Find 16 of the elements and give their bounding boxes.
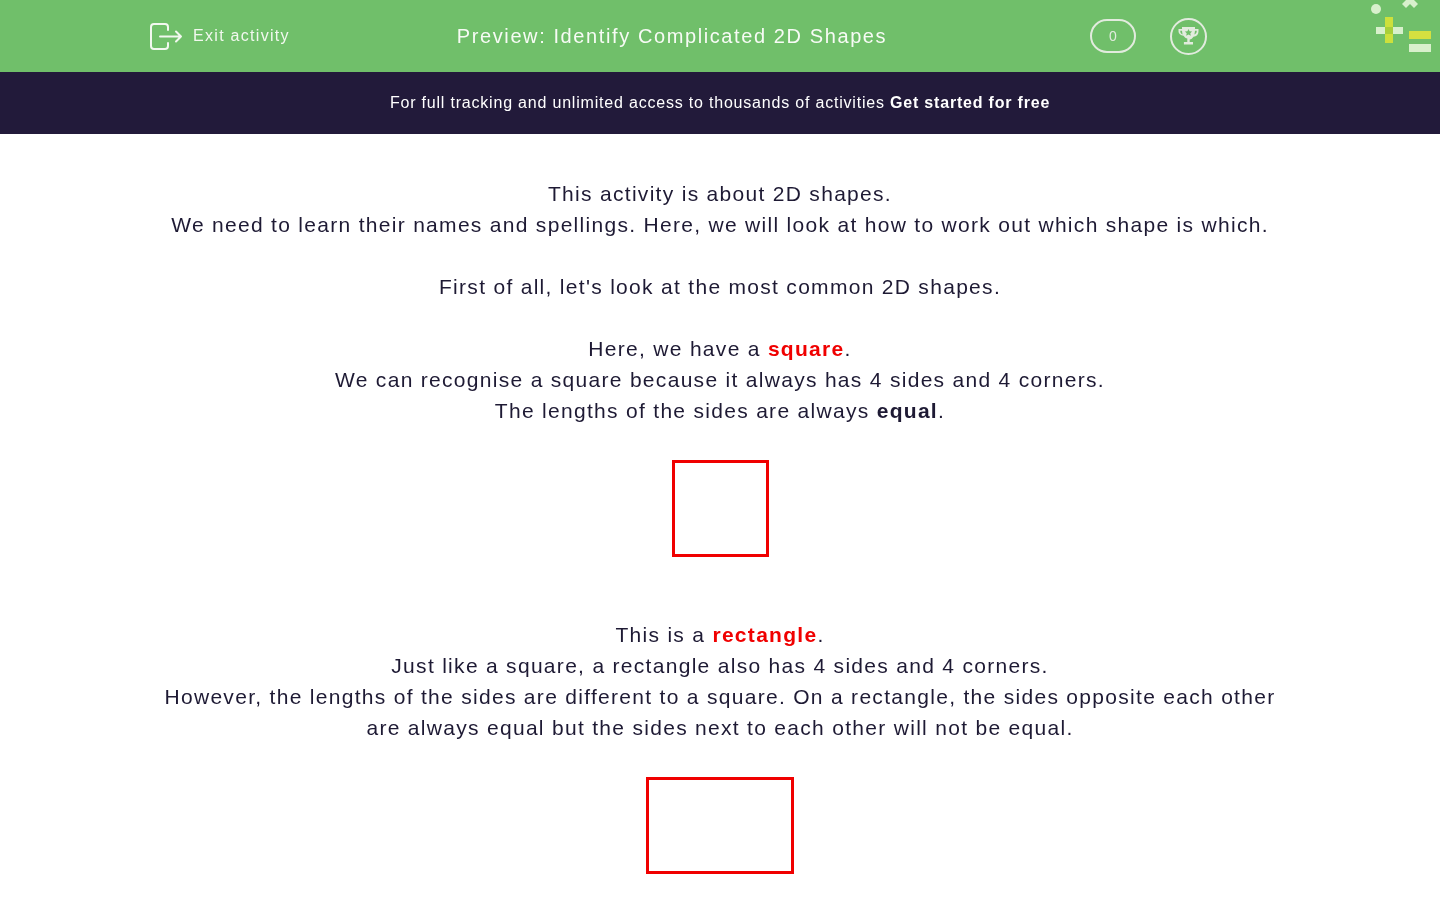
body-text: We need to learn their names and spellings. Here, we will look at how to work out which shape is which. (171, 212, 1269, 238)
body-text: Here, we have a square. (588, 336, 852, 362)
get-started-link[interactable]: Get started for free (890, 94, 1051, 111)
body-text: This is a rectangle. (615, 622, 825, 648)
banner-text: For full tracking and unlimited access to thousands of activities Get started for free (389, 93, 1051, 113)
trophy-icon (1178, 26, 1199, 46)
exit-icon (150, 22, 183, 50)
score-counter: 0 (1090, 19, 1136, 53)
body-text: We can recognise a square because it always has 4 sides and 4 corners. (335, 367, 1105, 393)
body-text: First of all, let's look at the most common 2D shapes. (438, 274, 1002, 300)
activity-title: Preview: Identify Complicated 2D Shapes (455, 24, 889, 49)
body-text: However, the lengths of the sides are different to a square. On a rectangle, the sides opposite each other are always equal but the sides next to each other will not be equal. (163, 684, 1277, 741)
body-text: This activity is about 2D shapes. (547, 181, 892, 207)
body-text: The lengths of the sides are always equal. (494, 398, 946, 424)
trophy-button[interactable] (1170, 17, 1207, 55)
body-text: Just like a square, a rectangle also has 4 sides and 4 corners. (391, 653, 1049, 679)
